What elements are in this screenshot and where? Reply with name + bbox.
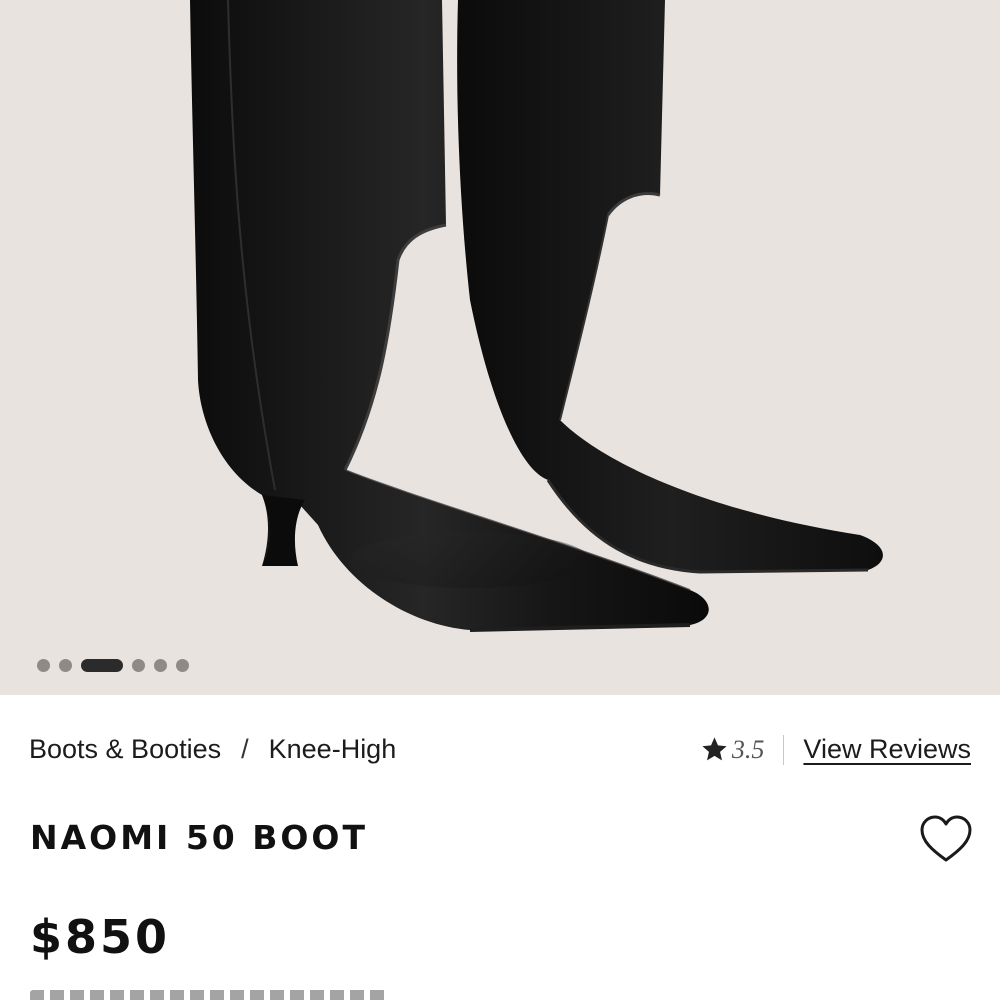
breadcrumb-category-link[interactable]: Boots & Booties [29, 734, 221, 765]
product-price: $850 [30, 910, 171, 964]
rating-summary: 3.5 View Reviews [700, 734, 971, 765]
carousel-dot-active[interactable] [81, 658, 123, 672]
breadcrumb-subcategory-link[interactable]: Knee-High [269, 734, 397, 765]
cutoff-text-line [30, 990, 390, 1000]
star-icon [702, 737, 727, 761]
rating-divider [783, 734, 785, 765]
carousel-dot[interactable] [37, 658, 50, 672]
product-title: NAOMI 50 BOOT [30, 818, 368, 857]
product-page: Boots & Booties / Knee-High 3.5 View Rev… [0, 0, 1000, 1000]
breadcrumb: Boots & Booties / Knee-High [29, 734, 396, 765]
carousel-dot[interactable] [132, 658, 145, 672]
carousel-dot[interactable] [59, 658, 72, 672]
carousel-dot[interactable] [154, 658, 167, 672]
product-image-carousel[interactable] [0, 0, 1000, 695]
product-image [190, 0, 883, 632]
carousel-dot[interactable] [176, 658, 189, 672]
view-reviews-link[interactable]: View Reviews [803, 734, 971, 765]
heart-outline-icon[interactable] [918, 813, 974, 865]
rating-score: 3.5 [731, 734, 765, 764]
carousel-pagination [37, 658, 189, 672]
breadcrumb-separator: / [241, 734, 249, 764]
